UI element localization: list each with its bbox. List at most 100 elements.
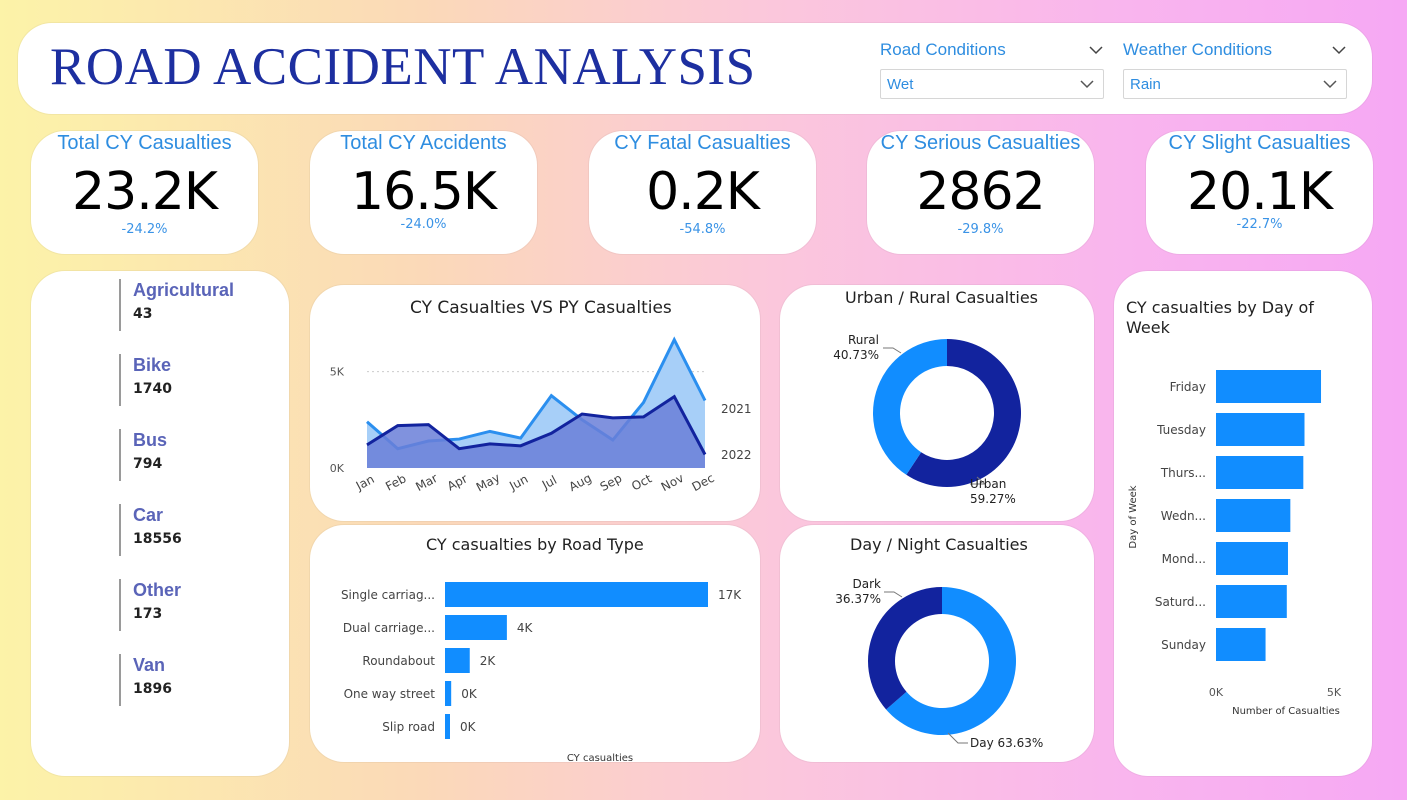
category-label: Tuesday: [1156, 423, 1206, 437]
kpi-serious-casualties: CY Serious Casualties 2862 -29.8%: [867, 131, 1094, 254]
slice-label: Day 63.63%: [970, 736, 1043, 750]
day-of-week-chart-card: CY casualties by Day of Week Friday Tuesd…: [1114, 271, 1372, 776]
kpi-value: 16.5K: [351, 162, 497, 222]
vehicle-name: Agricultural: [133, 280, 235, 300]
vehicle-item-bike: Bike 1740: [119, 354, 172, 406]
road-type-chart-card: CY casualties by Road Type Single carria…: [310, 525, 760, 762]
road-conditions-slicer: Road Conditions Wet: [880, 37, 1104, 99]
kpi-delta: -29.8%: [957, 222, 1004, 237]
day-of-week-bar-chart[interactable]: Friday Tuesday Thurs... Wedn... Mond... Satur…: [1114, 271, 1372, 776]
vehicle-name: Van: [133, 655, 166, 675]
y-axis-title: Day of Week: [1128, 485, 1139, 548]
x-tick-label: Jan: [353, 472, 377, 494]
kpi-label: Total CY Casualties: [57, 132, 232, 154]
vehicle-name: Other: [133, 580, 182, 600]
category-label: Saturd...: [1155, 595, 1206, 609]
chevron-down-icon[interactable]: [1331, 45, 1347, 55]
kpi-label: CY Fatal Casualties: [614, 132, 791, 154]
slice-label: 59.27%: [970, 492, 1016, 506]
x-tick-label: May: [474, 470, 502, 494]
x-tick-label: Jul: [539, 473, 559, 493]
chevron-down-icon: [1323, 80, 1337, 89]
kpi-slight-casualties: CY Slight Casualties 20.1K -22.7%: [1146, 131, 1373, 254]
bar: [1216, 456, 1304, 489]
weather-conditions-dropdown[interactable]: Rain: [1123, 69, 1347, 99]
vehicle-value: 18556: [133, 531, 182, 547]
vehicle-item-other: Other 173: [119, 579, 181, 631]
road-conditions-header[interactable]: Road Conditions: [880, 37, 1104, 63]
vehicle-item-car: Car 18556: [119, 504, 182, 556]
x-tick-label: Mar: [413, 471, 440, 494]
category-label: Wedn...: [1161, 509, 1206, 523]
weather-conditions-label: Weather Conditions: [1123, 40, 1272, 59]
x-tick-label: 0K: [1209, 686, 1224, 699]
day-night-donut[interactable]: Day 63.63% Dark36.37%: [780, 525, 1094, 762]
x-axis-title: CY casualties: [567, 753, 633, 762]
cy-vs-py-chart-card: CY Casualties VS PY Casualties 5K 0K 2021 2…: [310, 285, 760, 521]
vehicle-name: Car: [133, 505, 164, 525]
day-night-chart-card: Day / Night Casualties Day 63.63% Dark 36.…: [780, 525, 1094, 762]
area-chart[interactable]: 5K 0K 2021 2022 Jan Feb Mar Apr May Jun Jul Aug Sep O…: [310, 285, 760, 521]
road-type-bar-chart[interactable]: Single carriag... 17K Dual carriage... 4K Ro…: [310, 525, 760, 762]
weather-conditions-header[interactable]: Weather Conditions: [1123, 37, 1347, 63]
y-tick-label: 0K: [330, 462, 345, 475]
x-tick-label: Aug: [567, 471, 594, 494]
kpi-value: 23.2K: [72, 162, 218, 222]
vehicle-name: Bike: [133, 355, 172, 375]
vehicle-item-van: Van 1896: [119, 654, 172, 706]
vehicle-value: 1740: [133, 381, 172, 397]
vehicle-type-card: Agricultural 43 Bike 1740 Bus 794 Car 18…: [31, 271, 289, 776]
road-conditions-label: Road Conditions: [880, 40, 1006, 59]
kpi-delta: -24.2%: [121, 222, 168, 237]
bar: [445, 615, 507, 640]
vehicle-item-bus: Bus 794: [119, 429, 167, 481]
data-label: 17K: [718, 588, 742, 602]
slice-label: Urban: [970, 477, 1006, 491]
vehicle-value: 173: [133, 606, 163, 622]
road-conditions-dropdown[interactable]: Wet: [880, 69, 1104, 99]
category-label: Roundabout: [362, 654, 435, 668]
x-tick-label: Oct: [629, 471, 654, 493]
chevron-down-icon[interactable]: [1088, 45, 1104, 55]
bar: [1216, 542, 1288, 575]
vehicle-value: 794: [133, 456, 163, 472]
bar: [1216, 370, 1322, 403]
category-label: Mond...: [1162, 552, 1206, 566]
kpi-delta: -22.7%: [1236, 217, 1283, 232]
vehicle-item-agricultural: Agricultural 43: [119, 279, 234, 331]
leader-line: [883, 347, 902, 354]
data-label: 0K: [461, 687, 478, 701]
bar: [445, 714, 450, 739]
kpi-value: 20.1K: [1187, 162, 1333, 222]
weather-conditions-slicer: Weather Conditions Rain: [1123, 37, 1347, 99]
x-tick-label: Nov: [659, 471, 686, 494]
bar: [1216, 628, 1266, 661]
bar: [1216, 585, 1287, 618]
category-label: One way street: [344, 687, 436, 701]
category-label: Dual carriage...: [343, 621, 435, 635]
slice-label: Dark: [853, 577, 882, 591]
bar: [1216, 499, 1291, 532]
category-label: Friday: [1170, 380, 1206, 394]
data-label: 2K: [480, 654, 497, 668]
page-title: ROAD ACCIDENT ANALYSIS: [50, 38, 756, 96]
kpi-total-casualties: Total CY Casualties 23.2K -24.2%: [31, 131, 258, 254]
x-tick-label: 5K: [1327, 686, 1342, 699]
category-label: Sunday: [1161, 638, 1206, 652]
kpi-total-accidents: Total CY Accidents 16.5K -24.0%: [310, 131, 537, 254]
vehicle-name: Bus: [133, 430, 168, 450]
data-label: 4K: [517, 621, 534, 635]
bar: [445, 582, 708, 607]
vehicle-value: 1896: [133, 681, 172, 697]
chevron-down-icon: [1080, 80, 1094, 89]
series-end-label: 2022: [721, 448, 752, 462]
urban-rural-chart-card: Urban / Rural Casualties Urban 59.27% Rura…: [780, 285, 1094, 521]
road-conditions-value: Wet: [887, 75, 914, 93]
slice-label: 40.73%: [833, 348, 879, 362]
kpi-delta: -54.8%: [679, 222, 726, 237]
vehicle-value: 43: [133, 306, 153, 322]
category-label: Single carriag...: [341, 588, 435, 602]
y-tick-label: 5K: [330, 366, 345, 379]
urban-rural-donut[interactable]: Urban59.27% Rural40.73%: [780, 285, 1094, 521]
donut-slice: [873, 339, 947, 475]
